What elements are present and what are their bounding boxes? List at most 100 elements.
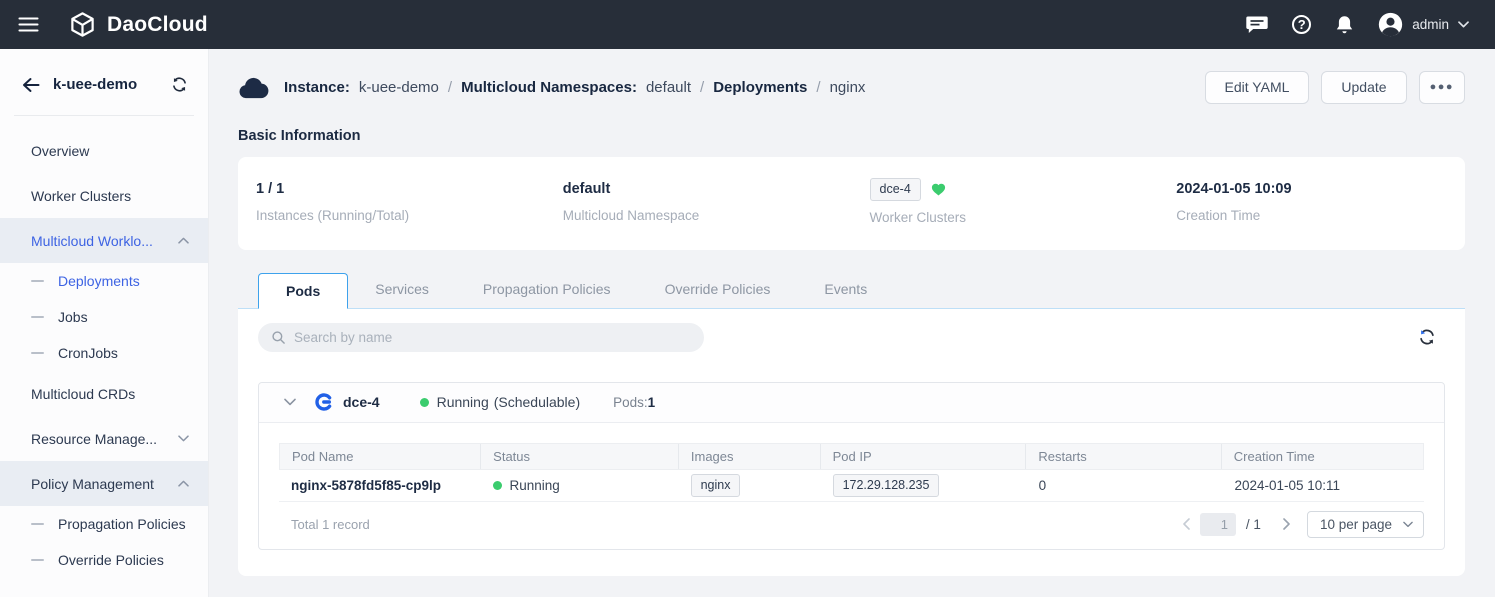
bell-icon[interactable] [1335, 15, 1354, 35]
cluster-group-header[interactable]: dce-4 Running (Schedulable) Pods:1 [259, 383, 1444, 423]
tab-pods[interactable]: Pods [258, 273, 348, 309]
hamburger-icon[interactable] [18, 17, 39, 32]
sidebar-item-label: Overview [31, 143, 89, 159]
cell-restarts: 0 [1027, 478, 1223, 493]
sidebar-group-policy-management[interactable]: Policy Management [0, 461, 208, 506]
field-namespace: default Multicloud Namespace [545, 178, 852, 225]
column-header-pod-ip: Pod IP [821, 444, 1027, 469]
brand-name: DaoCloud [107, 13, 208, 37]
sidebar-item-multicloud-crds[interactable]: Multicloud CRDs [0, 371, 208, 416]
sidebar-header: k-uee-demo [0, 49, 208, 111]
edit-yaml-button[interactable]: Edit YAML [1205, 71, 1310, 104]
brand[interactable]: DaoCloud [69, 11, 208, 38]
cloud-icon [238, 76, 269, 99]
pod-ip-tag[interactable]: 172.29.128.235 [833, 474, 940, 497]
page-size-value: 10 per page [1320, 517, 1392, 532]
message-icon[interactable] [1246, 16, 1268, 34]
breadcrumb-separator: / [700, 79, 704, 96]
breadcrumb-deployments[interactable]: Deployments [713, 79, 807, 96]
update-button[interactable]: Update [1321, 71, 1406, 104]
tab-override-policies[interactable]: Override Policies [638, 272, 798, 308]
sidebar-item-label: Multicloud Worklo... [31, 233, 153, 249]
basic-information-card: 1 / 1 Instances (Running/Total) default … [238, 157, 1465, 250]
field-creation-time: 2024-01-05 10:09 Creation Time [1158, 178, 1465, 225]
sidebar-item-label: Propagation Policies [58, 516, 186, 532]
prev-page-icon[interactable] [1180, 516, 1192, 532]
sync-icon[interactable] [171, 76, 188, 93]
field-label: Multicloud Namespace [563, 208, 852, 223]
cluster-tag[interactable]: dce-4 [870, 178, 921, 201]
field-value: 1 / 1 [256, 178, 545, 199]
search-icon [271, 330, 286, 350]
field-instances: 1 / 1 Instances (Running/Total) [238, 178, 545, 225]
sidebar-item-override-policies[interactable]: Override Policies [0, 542, 208, 578]
cell-images: nginx [679, 474, 821, 497]
dash-icon [31, 559, 44, 561]
sidebar-item-jobs[interactable]: Jobs [0, 299, 208, 335]
cell-pod-ip: 172.29.128.235 [821, 474, 1027, 497]
breadcrumb: Instance: k-uee-demo / Multicloud Namesp… [284, 79, 865, 96]
field-value: default [563, 178, 852, 199]
cell-pod-name[interactable]: nginx-5878fd5f85-cp9lp [279, 478, 481, 493]
dash-icon [31, 523, 44, 525]
column-header-restarts: Restarts [1026, 444, 1221, 469]
status-dot [420, 398, 429, 407]
field-label: Worker Clusters [870, 210, 1159, 225]
tab-events[interactable]: Events [797, 272, 894, 308]
breadcrumb-namespace-value[interactable]: default [646, 79, 691, 96]
table-header-row: Pod Name Status Images Pod IP Restarts C… [279, 443, 1424, 470]
cluster-group: dce-4 Running (Schedulable) Pods:1 Pod N… [258, 382, 1445, 550]
breadcrumb-instance-label: Instance: [284, 79, 350, 96]
total-records: Total 1 record [279, 517, 370, 532]
sidebar-item-label: Deployments [58, 273, 140, 289]
search-box [258, 323, 704, 352]
cell-status: Running [481, 478, 679, 493]
breadcrumb-instance-value[interactable]: k-uee-demo [359, 79, 439, 96]
sidebar-item-worker-clusters[interactable]: Worker Clusters [0, 173, 208, 218]
chevron-down-icon [1403, 521, 1413, 528]
sidebar-item-label: Jobs [58, 309, 88, 325]
table-footer: Total 1 record / 1 10 per page [279, 502, 1424, 547]
sidebar-item-propagation-policies[interactable]: Propagation Policies [0, 506, 208, 542]
page-size-select[interactable]: 10 per page [1307, 511, 1424, 538]
chevron-down-icon [178, 435, 189, 442]
sidebar-menu: Overview Worker Clusters Multicloud Work… [0, 116, 208, 578]
cluster-logo-icon [315, 393, 333, 411]
cluster-status: Running [437, 394, 489, 410]
sidebar-group-multicloud-workloads[interactable]: Multicloud Worklo... [0, 218, 208, 263]
sidebar-item-label: Policy Management [31, 476, 154, 492]
sidebar-group-resource-management[interactable]: Resource Manage... [0, 416, 208, 461]
page-header: Instance: k-uee-demo / Multicloud Namesp… [238, 70, 1465, 104]
breadcrumb-separator: / [816, 79, 820, 96]
field-worker-clusters: dce-4 Worker Clusters [852, 178, 1159, 225]
sidebar-item-label: Override Policies [58, 552, 164, 568]
cluster-name: dce-4 [343, 394, 380, 410]
sidebar-item-deployments[interactable]: Deployments [0, 263, 208, 299]
help-icon[interactable]: ? [1292, 15, 1311, 34]
tab-propagation-policies[interactable]: Propagation Policies [456, 272, 638, 308]
pods-panel: dce-4 Running (Schedulable) Pods:1 Pod N… [238, 309, 1465, 576]
breadcrumb-namespaces-label: Multicloud Namespaces: [461, 79, 637, 96]
sidebar-item-overview[interactable]: Overview [0, 128, 208, 173]
user-menu[interactable]: admin [1378, 12, 1469, 37]
status-dot [493, 481, 502, 490]
avatar [1378, 12, 1403, 37]
sidebar-item-cronjobs[interactable]: CronJobs [0, 335, 208, 371]
search-input[interactable] [258, 323, 704, 352]
refresh-icon[interactable] [1415, 325, 1439, 349]
chevron-up-icon [178, 237, 189, 244]
image-tag[interactable]: nginx [691, 474, 741, 497]
main-content: Instance: k-uee-demo / Multicloud Namesp… [209, 49, 1495, 597]
tab-services[interactable]: Services [348, 272, 456, 308]
detail-tabs: Pods Services Propagation Policies Overr… [238, 272, 1465, 309]
page-number-input[interactable] [1200, 513, 1236, 536]
table-row[interactable]: nginx-5878fd5f85-cp9lp Running nginx 172… [279, 470, 1424, 502]
column-header-pod-name: Pod Name [280, 444, 481, 469]
next-page-icon[interactable] [1281, 516, 1293, 532]
username: admin [1412, 17, 1449, 32]
sidebar-item-label: Worker Clusters [31, 188, 131, 204]
more-actions-button[interactable]: ●●● [1419, 71, 1465, 104]
collapse-chevron-icon[interactable] [284, 398, 296, 406]
column-header-images: Images [679, 444, 821, 469]
back-arrow-icon[interactable] [22, 77, 40, 93]
